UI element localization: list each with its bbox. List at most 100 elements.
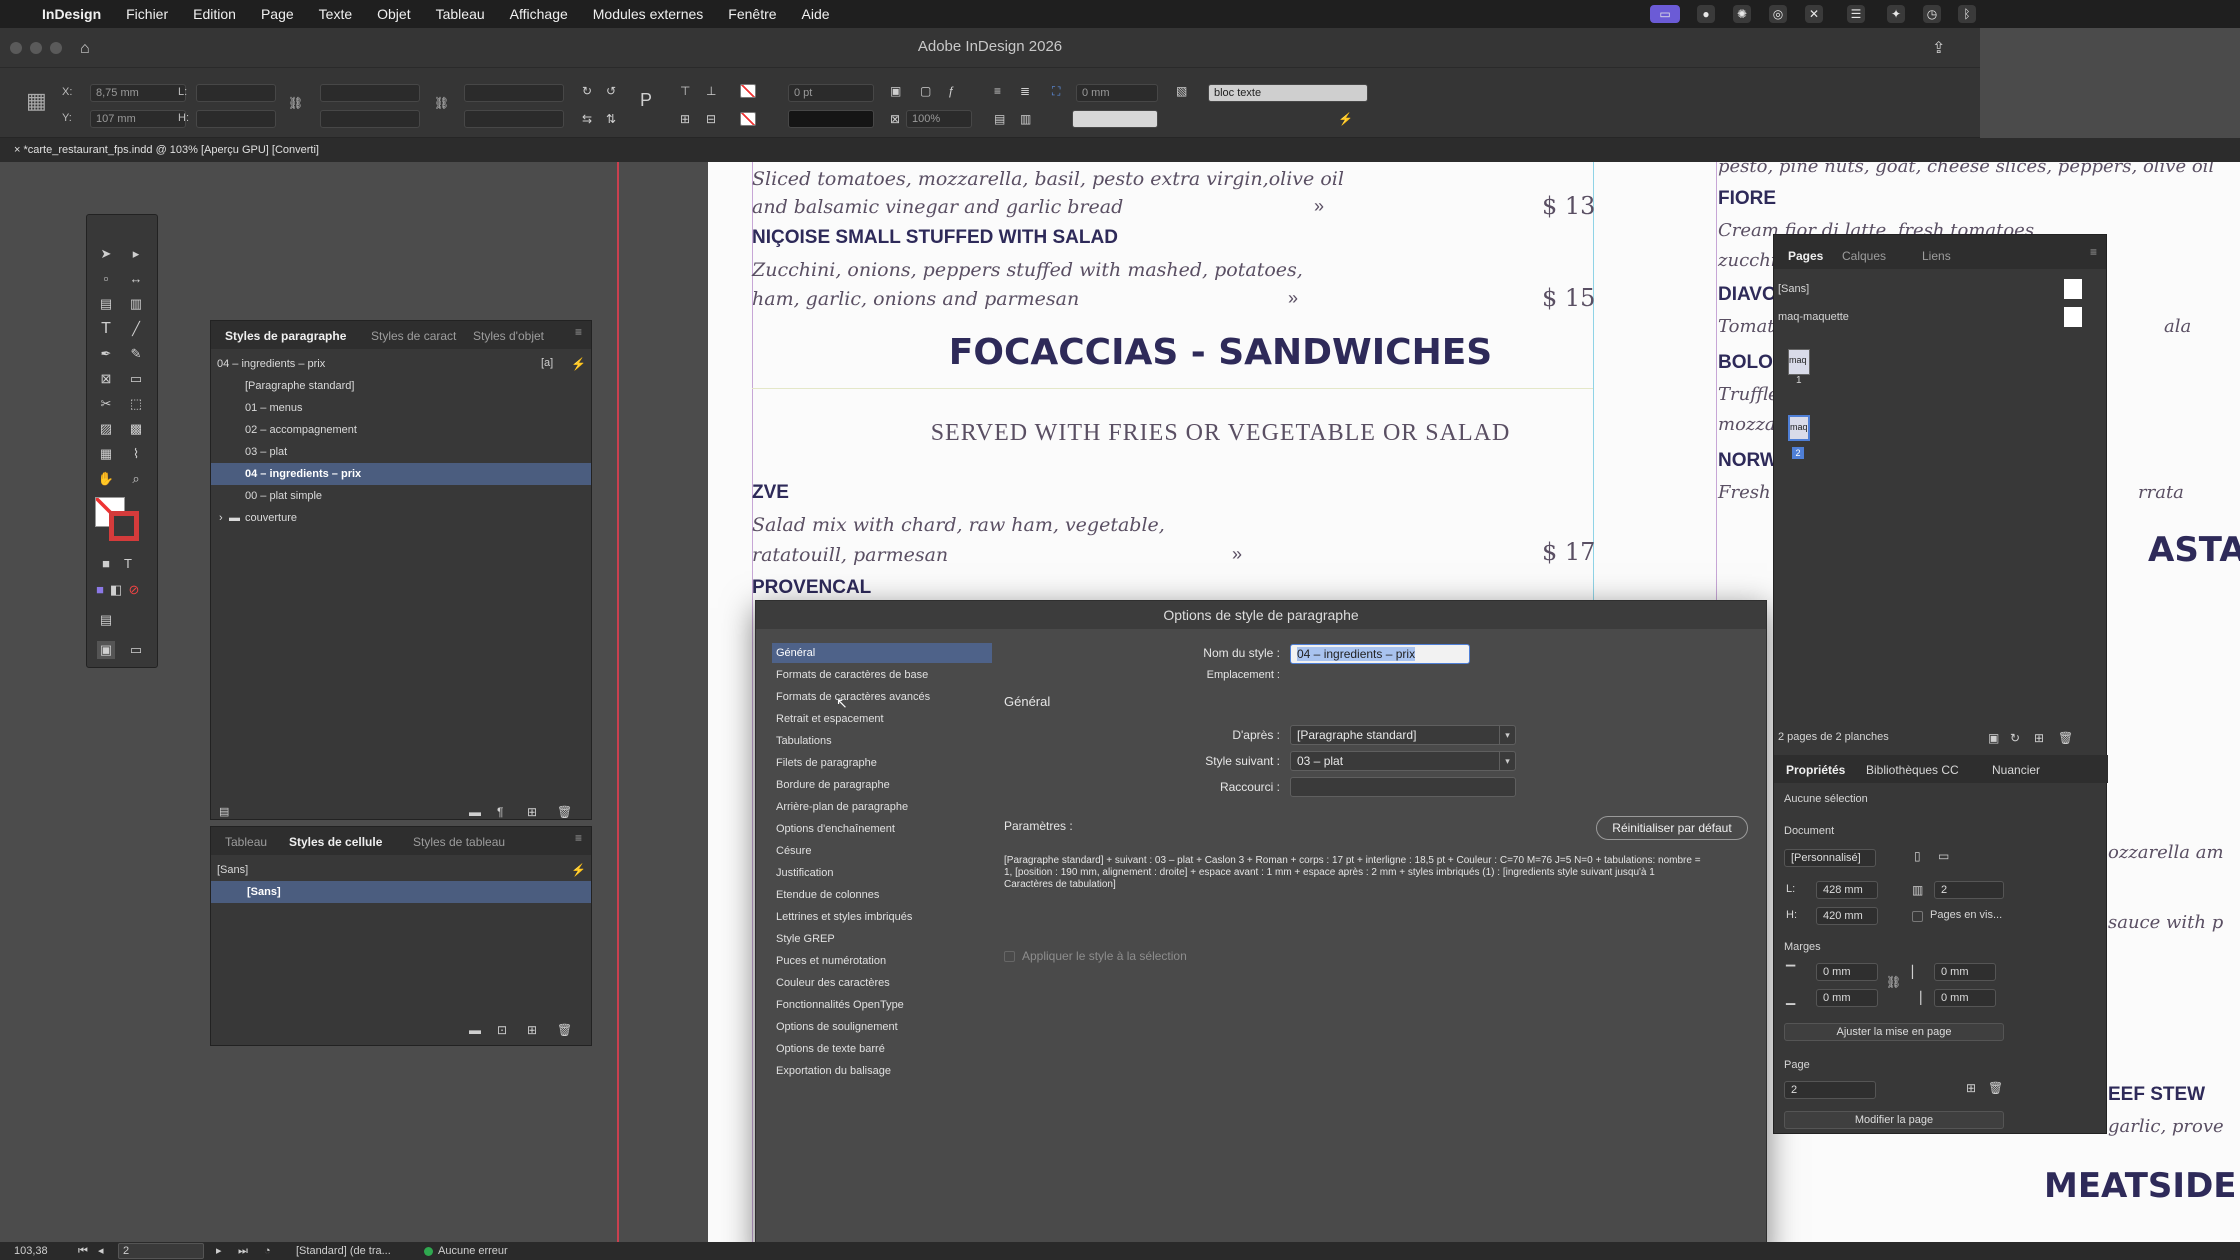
- category-item[interactable]: Filets de paragraphe: [772, 753, 992, 773]
- menu-affichage[interactable]: Affichage: [510, 6, 568, 22]
- zoom-tool-icon[interactable]: ⌕: [127, 470, 145, 488]
- scale-x-field[interactable]: [320, 84, 420, 102]
- style-item[interactable]: [Paragraphe standard]: [211, 375, 591, 397]
- apply-none-icon[interactable]: ⊘: [125, 581, 143, 599]
- first-page-icon[interactable]: ⏮: [78, 1242, 88, 1260]
- object-style-icon[interactable]: ▧: [1176, 84, 1187, 98]
- new-group-icon[interactable]: ▬: [469, 805, 481, 819]
- selection-tool-icon[interactable]: ➤: [97, 245, 115, 263]
- menu-fenetre[interactable]: Fenêtre: [728, 6, 776, 22]
- style-item[interactable]: 00 – plat simple: [211, 485, 591, 507]
- menu-texte[interactable]: Texte: [319, 6, 352, 22]
- width-field[interactable]: 428 mm: [1816, 881, 1878, 899]
- apply-selection-checkbox[interactable]: [1004, 951, 1015, 962]
- delete-style-icon[interactable]: 🗑: [557, 805, 572, 819]
- formatting-container-icon[interactable]: ■: [97, 555, 115, 573]
- drive-icon[interactable]: ☰: [1847, 5, 1865, 23]
- text-wrap-icon[interactable]: ≡: [994, 84, 1001, 98]
- clear-overrides-icon[interactable]: ¶: [497, 805, 503, 819]
- frame-fitting-icon[interactable]: ▣: [890, 84, 901, 98]
- sparkle-icon[interactable]: ✦: [1887, 5, 1905, 23]
- pages-count-field[interactable]: 2: [1934, 881, 2004, 899]
- master-maquette[interactable]: maq-maquette: [1778, 311, 1849, 323]
- page-number-field[interactable]: 2: [118, 1243, 204, 1259]
- tab-table[interactable]: Tableau: [225, 835, 267, 849]
- constrain-link-icon[interactable]: ⛓: [288, 96, 303, 110]
- pencil-tool-icon[interactable]: ✎: [127, 345, 145, 363]
- reset-default-button[interactable]: Réinitialiser par défaut: [1596, 816, 1748, 840]
- sun-icon[interactable]: ✺: [1733, 5, 1751, 23]
- rectangle-tool-icon[interactable]: ▭: [127, 370, 145, 388]
- category-item[interactable]: Exportation du balisage: [772, 1061, 992, 1081]
- edit-page-button[interactable]: Modifier la page: [1784, 1111, 2004, 1129]
- corner-shape-select[interactable]: [1072, 110, 1158, 128]
- category-item[interactable]: Puces et numérotation: [772, 951, 992, 971]
- preflight-errors[interactable]: Aucune erreur: [438, 1242, 508, 1260]
- landscape-icon[interactable]: ▭: [1938, 849, 1949, 863]
- shortcut-input[interactable]: [1290, 777, 1516, 797]
- new-group-icon[interactable]: ▬: [469, 1023, 481, 1037]
- scale-y-field[interactable]: [320, 110, 420, 128]
- reference-point-icon[interactable]: ▦: [26, 88, 47, 114]
- delete-style-icon[interactable]: 🗑: [557, 1023, 572, 1037]
- tab-properties[interactable]: Propriétés: [1786, 763, 1845, 777]
- page-tool-icon[interactable]: ▫: [97, 270, 115, 288]
- direct-selection-tool-icon[interactable]: ▸: [127, 245, 145, 263]
- quick-apply-icon[interactable]: ⚡: [571, 863, 586, 877]
- rotate-ccw-icon[interactable]: ↺: [606, 84, 616, 98]
- portrait-icon[interactable]: ▯: [1914, 849, 1921, 863]
- category-item[interactable]: Etendue de colonnes: [772, 885, 992, 905]
- cc-libraries-icon[interactable]: ▤: [97, 611, 115, 629]
- master-thumb[interactable]: [2064, 279, 2082, 299]
- content-placer-icon[interactable]: ▥: [127, 295, 145, 313]
- page-select[interactable]: 2: [1784, 1081, 1876, 1099]
- formatting-text-icon[interactable]: T: [119, 555, 137, 573]
- tab-paragraph-styles[interactable]: Styles de paragraphe: [225, 329, 346, 343]
- clear-overrides-icon[interactable]: ⊡: [497, 1023, 507, 1037]
- share-icon[interactable]: ⇪: [1932, 38, 1945, 58]
- shear-field[interactable]: [464, 110, 564, 128]
- tab-cc-libraries[interactable]: Bibliothèques CC: [1866, 763, 1959, 777]
- document-tab[interactable]: × *carte_restaurant_fps.indd @ 103% [Ape…: [14, 138, 319, 162]
- delete-page-icon[interactable]: 🗑: [2058, 731, 2073, 745]
- facing-pages-checkbox[interactable]: [1912, 911, 1923, 922]
- auto-fit-icon[interactable]: ⛶: [1052, 84, 1060, 99]
- category-item[interactable]: Bordure de paragraphe: [772, 775, 992, 795]
- next-page-icon[interactable]: ▸: [216, 1242, 222, 1260]
- new-style-group-icon[interactable]: [a]: [541, 357, 553, 369]
- delete-page-icon[interactable]: 🗑: [1988, 1081, 2003, 1095]
- height-field[interactable]: 420 mm: [1816, 907, 1878, 925]
- gradient-tool-icon[interactable]: ▨: [97, 420, 115, 438]
- note-tool-icon[interactable]: ▦: [97, 445, 115, 463]
- style-group-item[interactable]: › ▬ couverture: [211, 507, 591, 529]
- object-style-select[interactable]: bloc texte: [1208, 84, 1368, 102]
- next-style-select[interactable]: 03 – plat ▾: [1290, 751, 1516, 771]
- menu-app-name[interactable]: InDesign: [42, 6, 101, 22]
- eyedropper-tool-icon[interactable]: ⌇: [127, 445, 145, 463]
- document-preset-select[interactable]: [Personnalisé]: [1784, 849, 1876, 867]
- opacity-icon[interactable]: ⊠: [890, 112, 900, 126]
- new-style-icon[interactable]: ⊞: [527, 1023, 537, 1037]
- open-page-icon[interactable]: ◔: [264, 1242, 271, 1260]
- hand-tool-icon[interactable]: ✋: [97, 470, 115, 488]
- y-field[interactable]: 107 mm: [90, 110, 186, 128]
- distribute-icon[interactable]: ⊞: [680, 112, 690, 126]
- style-item[interactable]: 02 – accompagnement: [211, 419, 591, 441]
- preflight-profile[interactable]: [Standard] (de tra...: [296, 1242, 391, 1260]
- menu-edition[interactable]: Edition: [193, 6, 236, 22]
- fill-swatch[interactable]: [740, 84, 756, 98]
- menu-aide[interactable]: Aide: [802, 6, 830, 22]
- align-top-icon[interactable]: ⊤: [680, 84, 690, 98]
- quick-apply-icon[interactable]: ⚡: [571, 357, 586, 371]
- text-wrap-2-icon[interactable]: ≣: [1020, 84, 1030, 98]
- disclosure-triangle-icon[interactable]: ›: [219, 507, 223, 529]
- scale-link-icon[interactable]: ⛓: [434, 96, 449, 110]
- style-item[interactable]: 03 – plat: [211, 441, 591, 463]
- based-on-select[interactable]: [Paragraphe standard] ▾: [1290, 725, 1516, 745]
- zoom-level[interactable]: 103,38: [14, 1242, 48, 1260]
- panel-menu-icon[interactable]: ≡: [575, 831, 582, 845]
- screen-mode-icon[interactable]: ▭: [127, 641, 145, 659]
- stroke-color-swatch[interactable]: [109, 511, 139, 541]
- style-item-selected[interactable]: 04 – ingredients – prix: [211, 463, 591, 485]
- tab-pages[interactable]: Pages: [1788, 249, 1823, 263]
